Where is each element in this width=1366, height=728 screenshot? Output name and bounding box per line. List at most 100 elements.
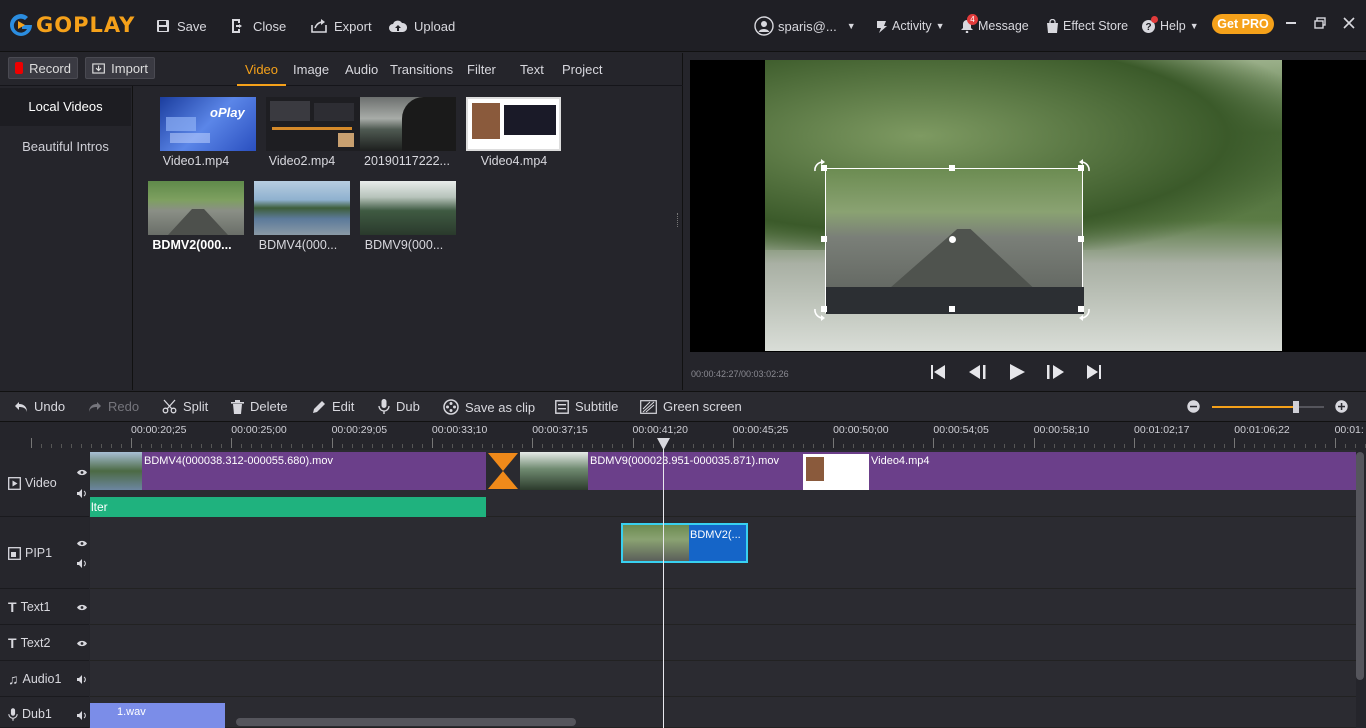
redo-button[interactable]: Redo xyxy=(88,399,139,414)
effect-store-button[interactable]: Effect Store xyxy=(1046,16,1128,36)
video-clip[interactable]: BDMV4(000038.312-000055.680).mov xyxy=(90,452,486,490)
minimize-icon[interactable] xyxy=(1286,22,1296,24)
tab-video[interactable]: Video xyxy=(237,62,287,86)
sidebar-item-local-videos[interactable]: Local Videos xyxy=(0,88,131,126)
restore-icon[interactable] xyxy=(1314,17,1326,29)
media-thumb[interactable] xyxy=(466,97,561,151)
track-text2[interactable] xyxy=(90,625,1356,661)
subtitle-button[interactable]: Subtitle xyxy=(555,399,618,414)
ruler-minor-tick xyxy=(191,444,193,448)
close-button[interactable]: Close xyxy=(230,16,286,36)
media-thumb[interactable] xyxy=(266,97,362,151)
pip-overlay[interactable] xyxy=(825,168,1084,314)
eye-icon[interactable] xyxy=(77,640,87,647)
rotate-handle-icon[interactable] xyxy=(812,306,828,322)
zoom-out-icon[interactable] xyxy=(1187,400,1200,413)
media-thumb[interactable]: oPlay xyxy=(160,97,256,151)
split-button[interactable]: Split xyxy=(162,399,208,414)
ruler-minor-tick xyxy=(863,444,865,448)
dub-button[interactable]: Dub xyxy=(378,399,420,414)
undo-button[interactable]: Undo xyxy=(14,399,65,414)
ruler-minor-tick xyxy=(1154,444,1156,448)
media-label: 20190117222... xyxy=(364,154,450,168)
eye-icon[interactable] xyxy=(77,469,87,476)
delete-button[interactable]: Delete xyxy=(231,399,288,414)
media-label: Video4.mp4 xyxy=(480,154,548,168)
ruler-minor-tick xyxy=(983,444,985,448)
timeline-ruler[interactable]: 00:00:20;25 00:00:25;00 00:00:29;05 00:00:3… xyxy=(30,422,1366,450)
tab-image[interactable]: Image xyxy=(293,62,329,77)
step-forward-icon[interactable] xyxy=(1045,364,1065,380)
track-label: Text1 xyxy=(20,600,51,614)
ruler-minor-tick xyxy=(602,444,604,448)
video-clip[interactable]: BDMV9(000023.951-000035.871).mov xyxy=(520,452,803,490)
save-button[interactable]: Save xyxy=(156,16,207,36)
speaker-icon[interactable] xyxy=(77,559,87,568)
rotate-handle-icon[interactable] xyxy=(812,158,828,174)
record-label: Record xyxy=(29,60,71,76)
track-audio1[interactable] xyxy=(90,661,1356,697)
edit-button[interactable]: Edit xyxy=(312,399,354,414)
green-screen-button[interactable]: Green screen xyxy=(640,399,742,414)
tab-audio[interactable]: Audio xyxy=(345,62,378,77)
clip-thumbnail xyxy=(803,454,869,490)
ruler-minor-tick xyxy=(1144,444,1146,448)
close-window-icon[interactable] xyxy=(1343,17,1355,29)
playhead-handle-icon[interactable] xyxy=(657,438,670,450)
speaker-icon[interactable] xyxy=(77,489,87,498)
chevron-down-icon: ▼ xyxy=(846,21,856,31)
rotate-handle-icon[interactable] xyxy=(1076,158,1092,174)
record-button[interactable]: Record xyxy=(8,57,78,79)
horizontal-scrollbar[interactable] xyxy=(236,718,576,726)
ruler-minor-tick xyxy=(582,444,584,448)
eye-icon[interactable] xyxy=(77,604,87,611)
get-pro-button[interactable]: Get PRO xyxy=(1212,14,1274,34)
video-clip[interactable]: Video4.mp4 xyxy=(803,452,1356,490)
pencil-icon xyxy=(313,400,325,413)
tab-project[interactable]: Project xyxy=(562,62,602,77)
ruler-minor-tick xyxy=(1093,444,1095,448)
rotate-handle-icon[interactable] xyxy=(1076,306,1092,322)
zoom-in-icon[interactable] xyxy=(1335,400,1348,413)
export-button[interactable]: Export xyxy=(311,16,372,36)
activity-menu[interactable]: Activity ▼ xyxy=(875,16,945,36)
pip-clip[interactable]: BDMV2(... xyxy=(621,523,748,563)
import-button[interactable]: Import xyxy=(85,57,155,79)
media-thumb[interactable] xyxy=(148,181,244,235)
zoom-slider-fill xyxy=(1212,406,1296,408)
upload-button[interactable]: Upload xyxy=(389,16,455,36)
video-preview[interactable] xyxy=(690,60,1366,352)
play-icon[interactable] xyxy=(1008,363,1026,381)
dub-clip[interactable]: 1.wav xyxy=(90,703,225,728)
ruler-minor-tick xyxy=(181,444,183,448)
speaker-icon[interactable] xyxy=(77,711,87,720)
ruler-minor-tick xyxy=(311,444,313,448)
speaker-icon[interactable] xyxy=(77,675,87,684)
skip-start-icon[interactable] xyxy=(930,364,946,380)
media-thumb[interactable] xyxy=(360,97,456,151)
filter-clip[interactable]: lter xyxy=(90,497,486,517)
ruler-minor-tick xyxy=(401,444,403,448)
resize-handle[interactable] xyxy=(677,213,680,227)
zoom-slider-handle[interactable] xyxy=(1293,401,1299,413)
vertical-scrollbar[interactable] xyxy=(1356,452,1364,680)
tab-text[interactable]: Text xyxy=(520,62,544,77)
message-button[interactable]: 4 Message xyxy=(960,14,1029,36)
skip-end-icon[interactable] xyxy=(1086,364,1102,380)
user-menu[interactable]: sparis@... ▼ xyxy=(754,16,856,36)
sidebar-item-beautiful-intros[interactable]: Beautiful Intros xyxy=(0,128,131,166)
ruler-minor-tick xyxy=(361,444,363,448)
media-thumb[interactable] xyxy=(360,181,456,235)
ruler-minor-tick xyxy=(1204,444,1206,448)
help-menu[interactable]: ? Help ▼ xyxy=(1141,15,1199,36)
track-text1[interactable] xyxy=(90,589,1356,625)
media-thumb[interactable] xyxy=(254,181,350,235)
track-label: Dub1 xyxy=(22,707,52,721)
eye-icon[interactable] xyxy=(77,540,87,547)
tab-filter[interactable]: Filter xyxy=(467,62,496,77)
tab-transitions[interactable]: Transitions xyxy=(390,62,453,77)
transition-marker[interactable] xyxy=(486,452,520,490)
zoom-slider[interactable] xyxy=(1212,401,1324,413)
save-as-clip-button[interactable]: Save as clip xyxy=(443,399,535,415)
step-back-icon[interactable] xyxy=(968,364,988,380)
